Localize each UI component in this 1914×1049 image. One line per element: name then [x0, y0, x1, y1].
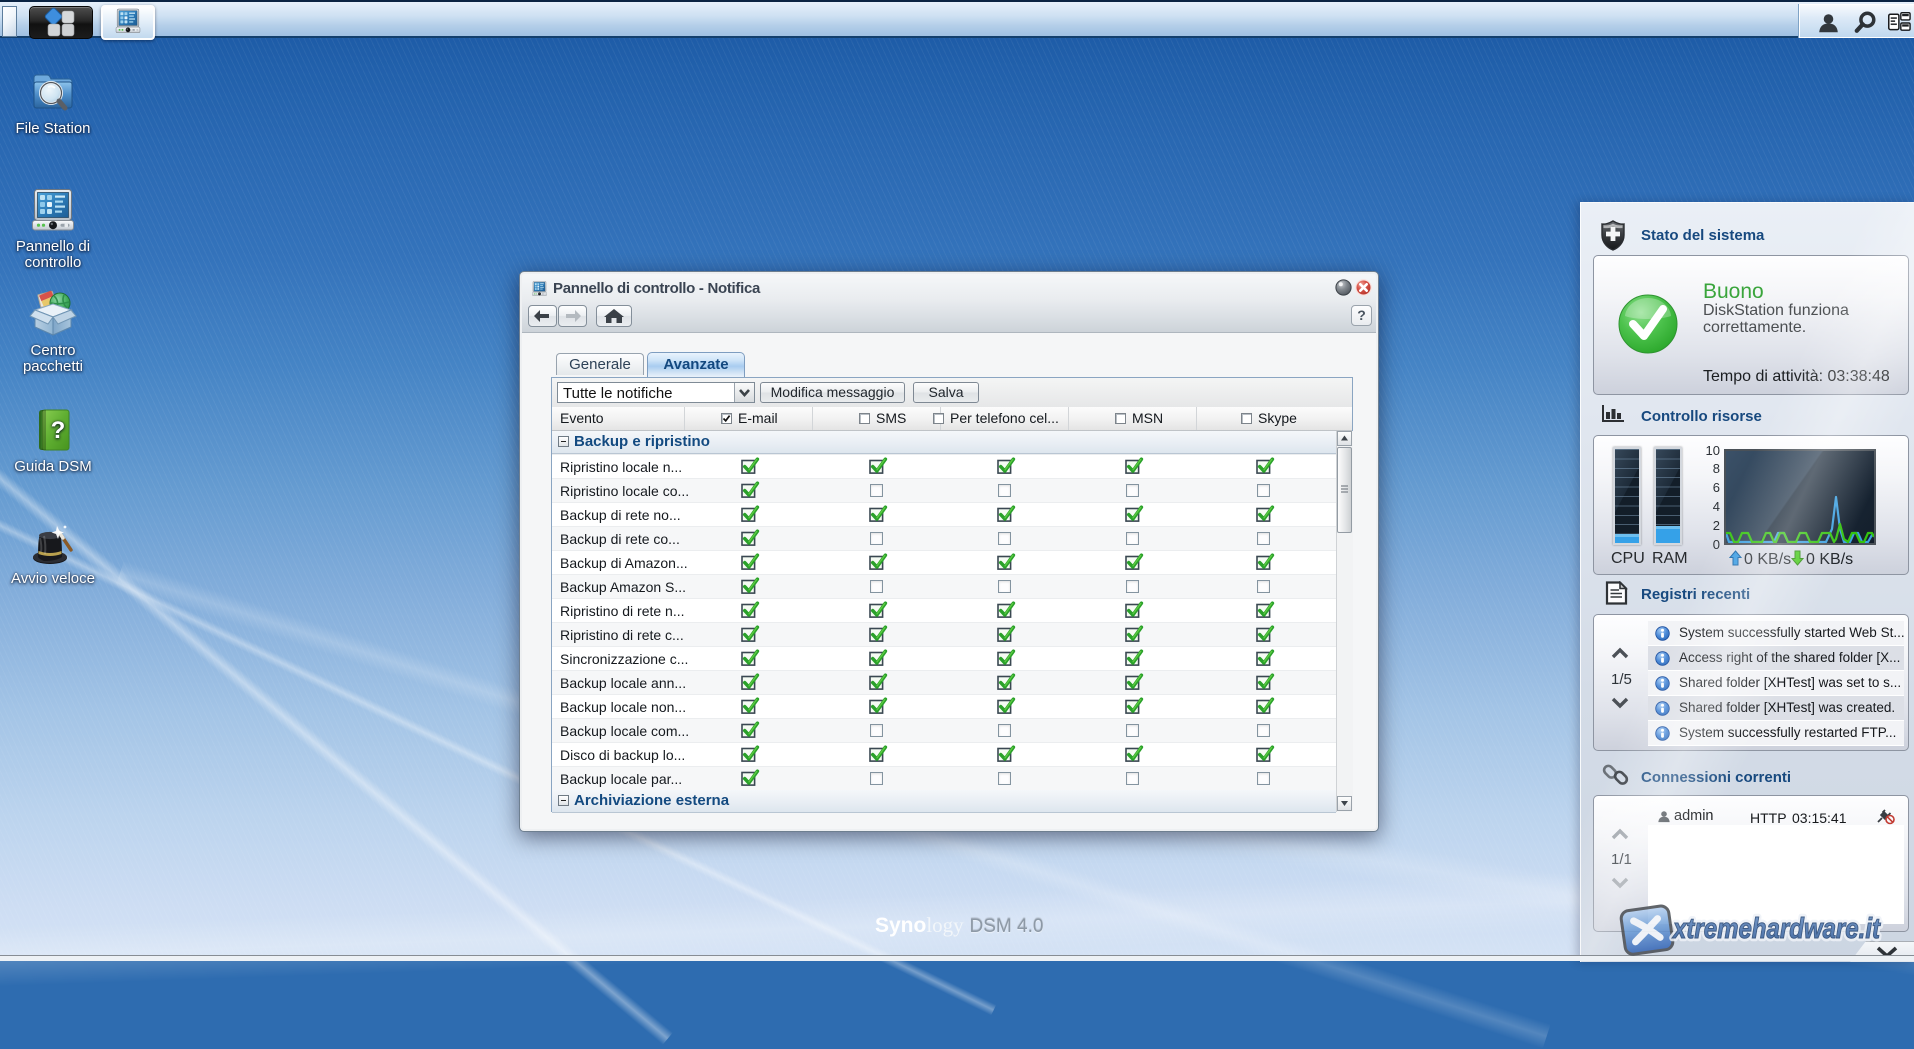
svg-text:xtremehardware.it: xtremehardware.it [1671, 913, 1881, 945]
svg-text:?: ? [51, 417, 66, 444]
